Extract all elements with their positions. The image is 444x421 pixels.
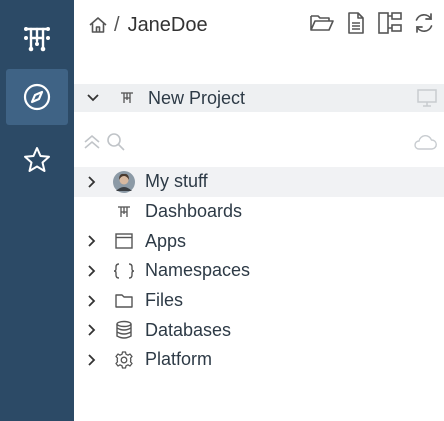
chevron-right-icon[interactable] <box>83 235 101 247</box>
database-icon <box>111 320 137 340</box>
compass-icon[interactable] <box>6 69 68 125</box>
tree-item-label: Files <box>145 290 184 311</box>
cloud-icon[interactable] <box>412 133 438 151</box>
tree-item-files[interactable]: Files <box>74 286 444 316</box>
tree-item-label: Apps <box>145 230 187 251</box>
toolbar <box>308 9 438 37</box>
dashboards-icon <box>111 204 137 220</box>
tree-item-label: Databases <box>145 319 232 340</box>
tree-item-namespaces[interactable]: Namespaces <box>74 256 444 286</box>
dashboards-icon <box>114 90 140 106</box>
tree-item-label: Namespaces <box>145 260 251 281</box>
star-icon[interactable] <box>6 132 68 188</box>
breadcrumb: / JaneDoe <box>88 10 208 40</box>
folder-open-icon[interactable] <box>308 9 336 37</box>
main-panel: / JaneDoe New Project My stuff Dashboard… <box>74 0 444 421</box>
search-icon[interactable] <box>106 132 126 152</box>
tree-item-apps[interactable]: Apps <box>74 226 444 256</box>
sidebar <box>0 0 74 421</box>
search-input[interactable] <box>132 132 412 152</box>
monitor-icon[interactable] <box>416 88 438 108</box>
home-icon[interactable] <box>88 15 108 35</box>
chevron-right-icon[interactable] <box>83 354 101 366</box>
project-row[interactable]: New Project <box>74 84 444 112</box>
collapse-all-icon[interactable] <box>82 133 102 151</box>
folder-icon <box>111 292 137 310</box>
chevron-right-icon[interactable] <box>83 294 101 307</box>
chevron-down-icon[interactable] <box>84 93 102 103</box>
tree-item-label: My stuff <box>145 171 208 192</box>
tree: My stuff Dashboards Apps Namespaces File… <box>74 167 444 375</box>
window-icon <box>111 232 137 250</box>
tree-item-dashboards[interactable]: Dashboards <box>74 197 444 227</box>
hierarchy-icon[interactable] <box>376 9 404 37</box>
tree-item-my-stuff[interactable]: My stuff <box>74 167 444 197</box>
chevron-right-icon[interactable] <box>83 324 101 336</box>
tree-item-databases[interactable]: Databases <box>74 315 444 345</box>
braces-icon <box>111 262 137 280</box>
project-label: New Project <box>148 87 246 108</box>
app-logo-icon[interactable] <box>6 10 68 66</box>
refresh-icon[interactable] <box>410 9 438 37</box>
chevron-right-icon[interactable] <box>83 176 101 188</box>
tree-item-label: Dashboards <box>145 201 243 222</box>
avatar <box>111 170 137 193</box>
chevron-right-icon[interactable] <box>83 265 101 277</box>
document-icon[interactable] <box>342 9 370 37</box>
gear-icon <box>111 350 137 370</box>
tree-item-label: Platform <box>145 349 213 370</box>
tree-item-platform[interactable]: Platform <box>74 345 444 375</box>
breadcrumb-user[interactable]: JaneDoe <box>128 14 208 37</box>
breadcrumb-separator: / <box>114 13 120 36</box>
search-row <box>74 128 444 156</box>
